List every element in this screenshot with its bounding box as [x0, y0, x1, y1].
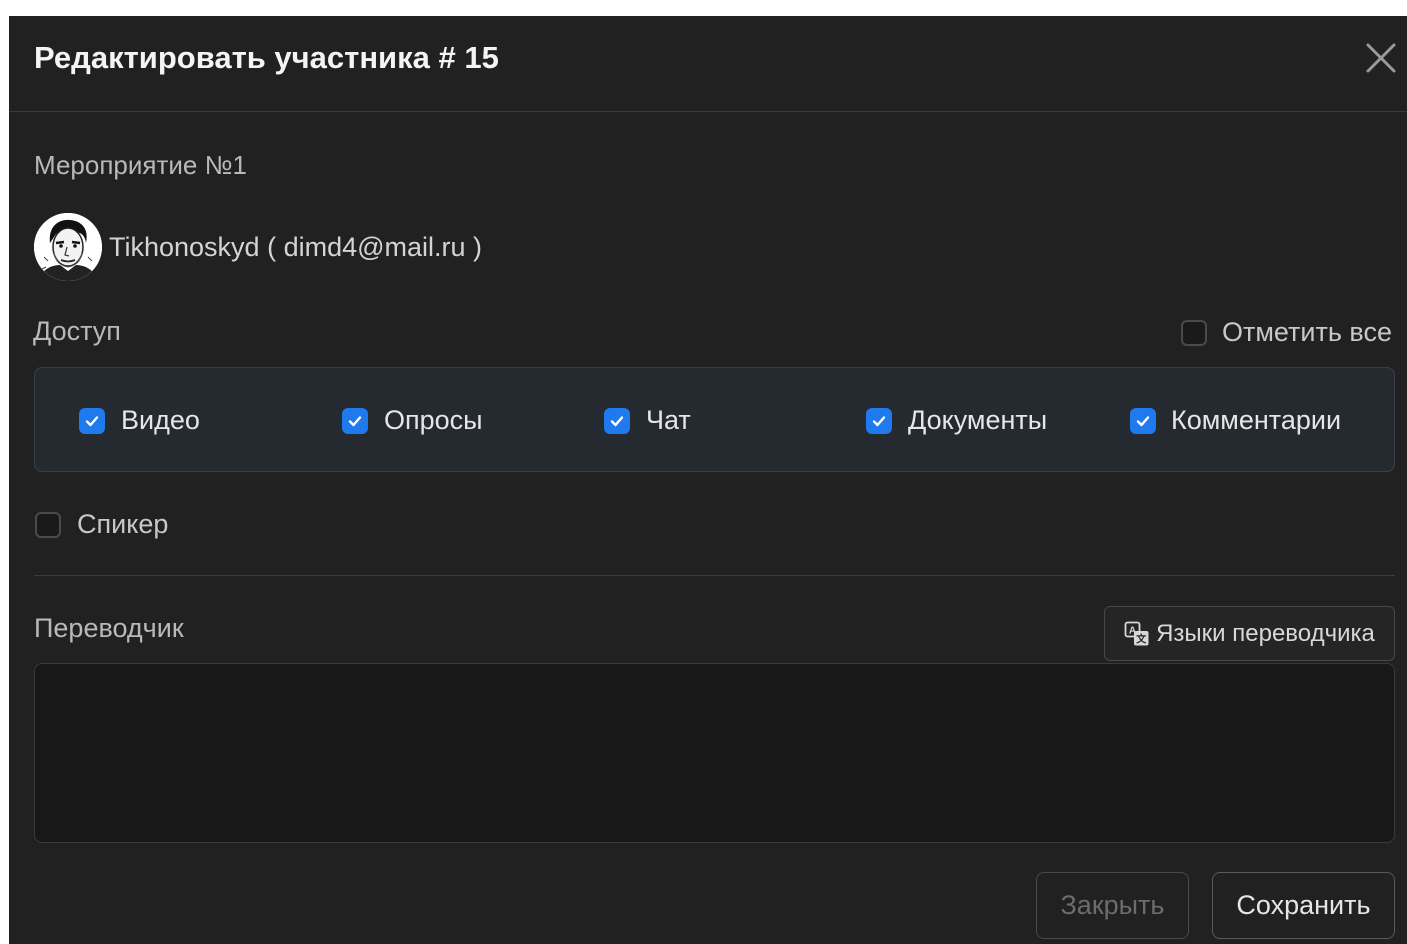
event-name: Мероприятие №1 [34, 150, 247, 180]
access-video-checkbox[interactable]: Видео [79, 405, 200, 436]
select-all-checkbox[interactable]: Отметить все [1181, 317, 1392, 348]
access-video-label: Видео [121, 405, 200, 435]
access-documents-label: Документы [908, 405, 1048, 435]
access-comments-label: Комментарии [1171, 405, 1342, 435]
translator-input[interactable] [34, 663, 1395, 843]
section-divider [34, 575, 1395, 576]
translate-icon: A 文 [1124, 621, 1156, 647]
user-row: Tikhonoskyd ( dimd4@mail.ru ) [34, 212, 482, 282]
access-polls-checkbox[interactable]: Опросы [342, 405, 483, 436]
modal-title: Редактировать участника # 15 [34, 40, 499, 75]
checkbox-checked-icon[interactable] [342, 407, 368, 434]
translator-languages-button[interactable]: A 文 Языки переводчика [1104, 606, 1395, 661]
access-comments-checkbox[interactable]: Комментарии [1130, 405, 1341, 436]
speaker-checkbox[interactable]: Спикер [35, 509, 168, 540]
checkbox-checked-icon[interactable] [604, 407, 630, 434]
translator-label: Переводчик [34, 613, 184, 643]
user-avatar [34, 213, 102, 281]
checkbox-checked-icon[interactable] [866, 407, 892, 434]
access-label: Доступ [33, 316, 121, 346]
access-chat-checkbox[interactable]: Чат [604, 405, 691, 436]
close-icon[interactable] [1361, 38, 1401, 78]
speaker-checkbox-box[interactable] [35, 511, 61, 538]
select-all-label: Отметить все [1222, 317, 1392, 347]
user-name-email: Tikhonoskyd ( dimd4@mail.ru ) [109, 231, 483, 262]
modal-header: Редактировать участника # 15 [9, 16, 1407, 112]
access-polls-label: Опросы [384, 405, 483, 435]
select-all-checkbox-box[interactable] [1181, 319, 1207, 346]
edit-participant-modal: Редактировать участника # 15 Мероприятие… [9, 16, 1407, 944]
access-documents-checkbox[interactable]: Документы [866, 405, 1047, 436]
checkbox-checked-icon[interactable] [79, 407, 105, 434]
close-button[interactable]: Закрыть [1036, 872, 1189, 939]
save-button[interactable]: Сохранить [1212, 872, 1395, 939]
svg-text:文: 文 [1136, 632, 1147, 645]
translator-languages-label: Языки переводчика [1156, 619, 1375, 647]
access-chat-label: Чат [646, 405, 691, 435]
speaker-label: Спикер [77, 509, 169, 539]
checkbox-checked-icon[interactable] [1130, 407, 1156, 434]
